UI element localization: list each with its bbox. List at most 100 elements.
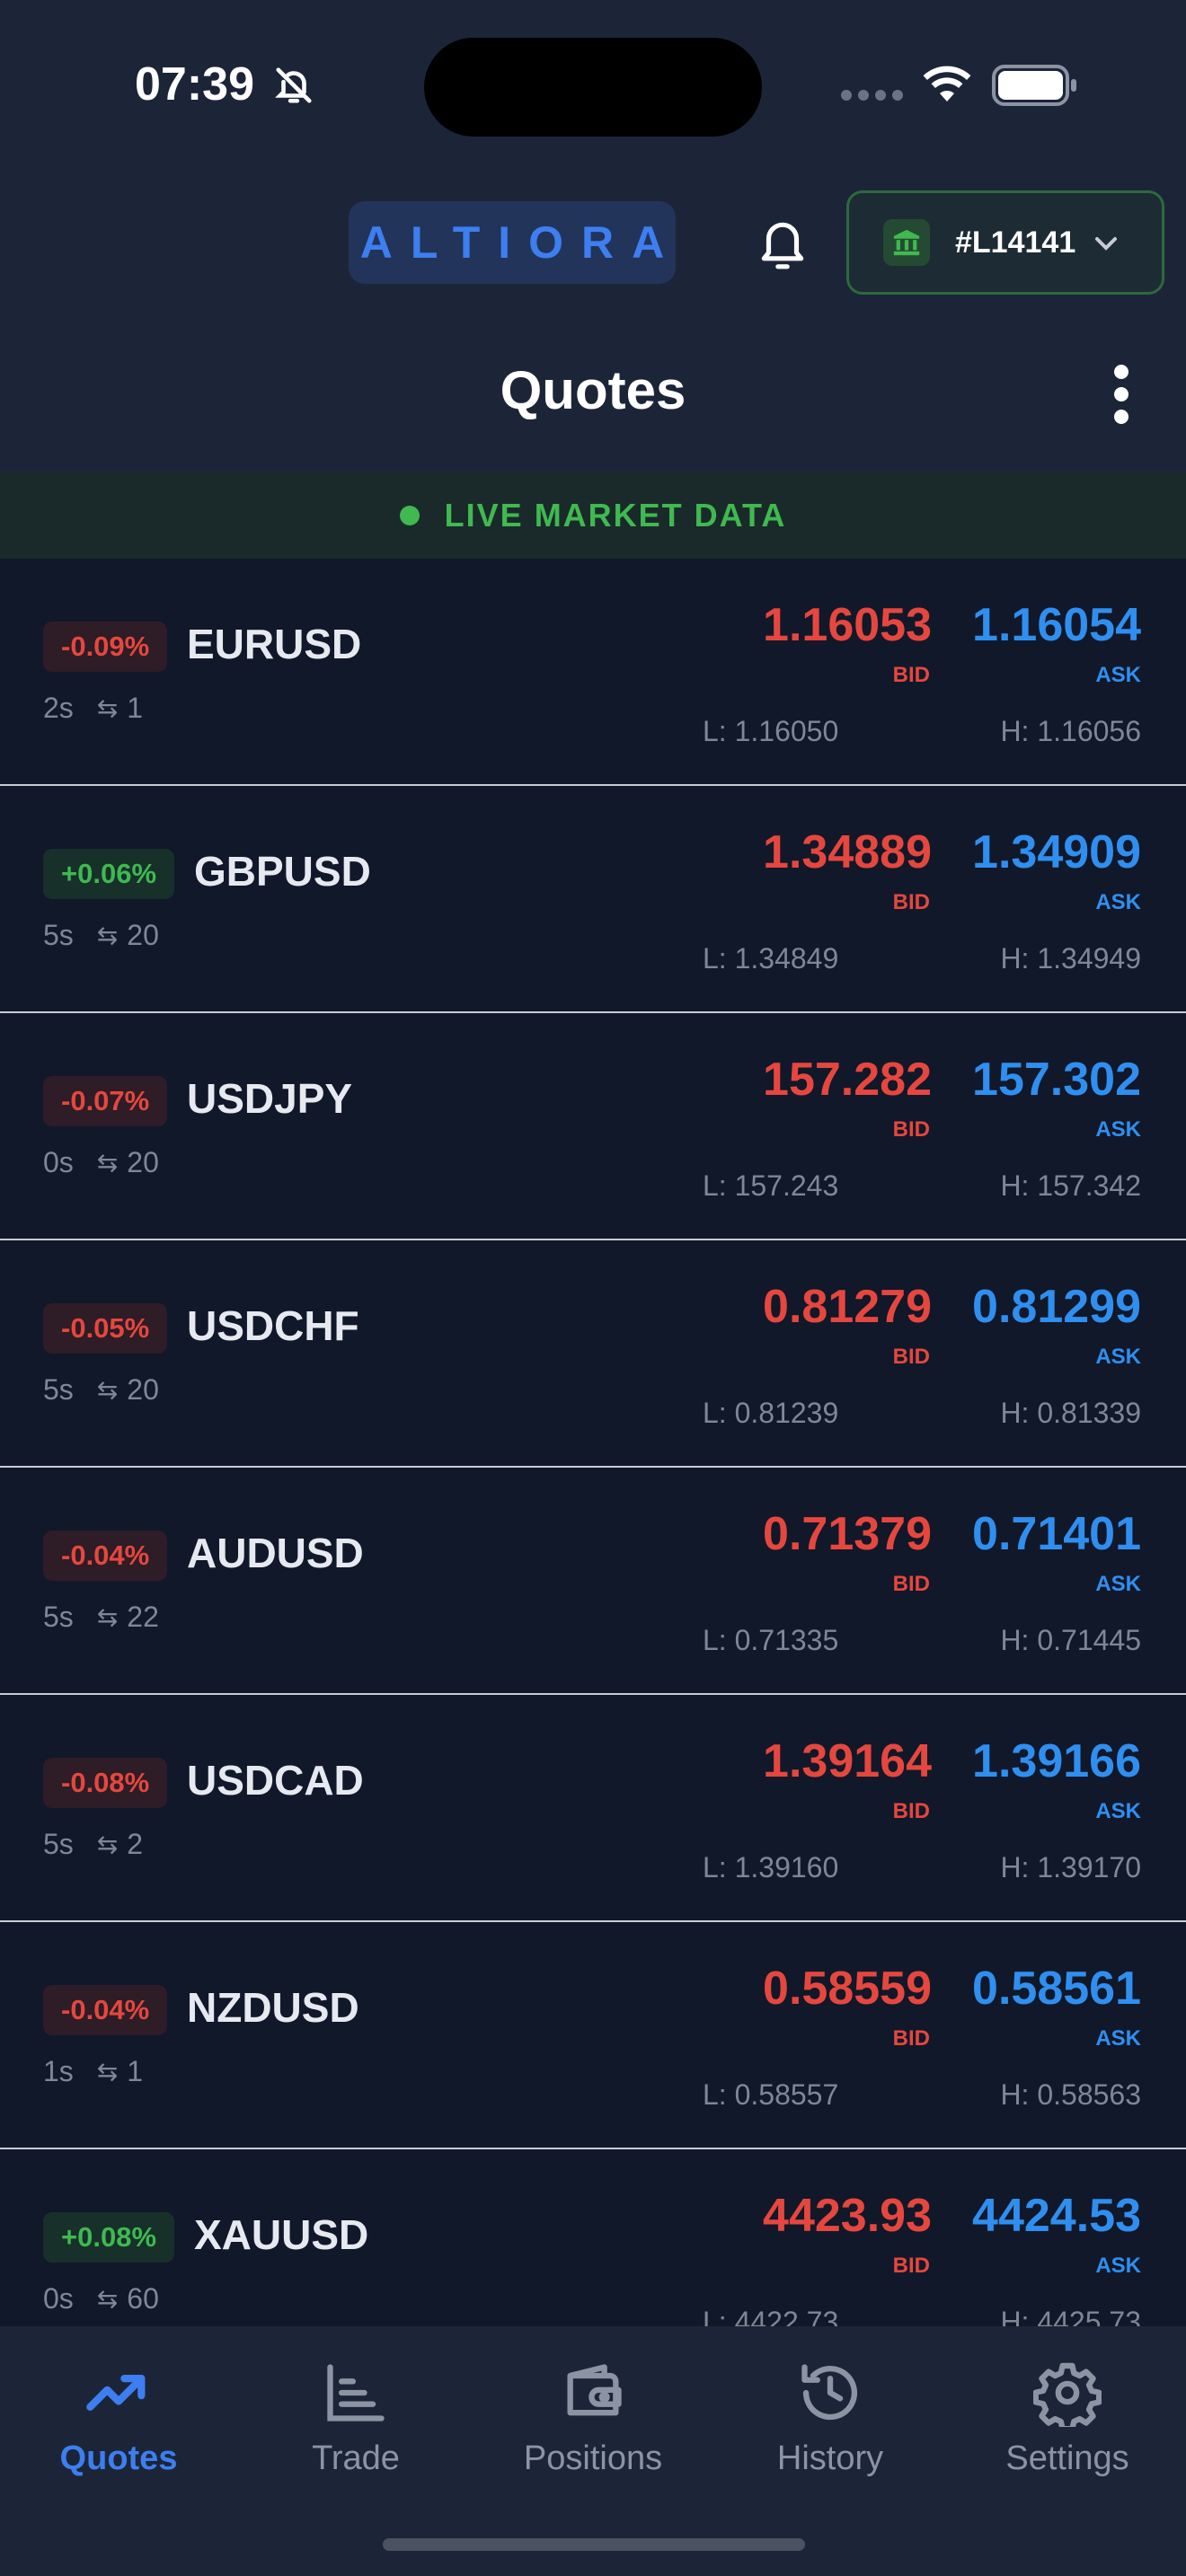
bid-label: BID [892, 2026, 930, 2051]
signal-icon [841, 90, 903, 101]
brand-logo: ALTIORA [349, 201, 676, 284]
low-price: L: 1.34849 [703, 942, 839, 975]
low-price: L: 0.71335 [703, 1624, 839, 1656]
bid-price[interactable]: 0.81279 [763, 1280, 932, 1334]
swap-arrows-icon: ⇆ [96, 1603, 119, 1631]
spread-value: 1 [127, 2055, 144, 2087]
nav-item-trade[interactable]: Trade [237, 2346, 474, 2499]
bank-icon [883, 219, 930, 266]
quote-age: 0s [43, 1146, 74, 1178]
bid-price[interactable]: 1.34889 [763, 825, 932, 879]
spread-value: 20 [127, 1146, 159, 1178]
ask-price[interactable]: 0.71401 [972, 1507, 1141, 1561]
gear-icon [1033, 2362, 1102, 2427]
logo-text: ALTIORA [359, 217, 683, 268]
bid-price[interactable]: 4423.93 [763, 2189, 932, 2243]
high-price: H: 1.39170 [1000, 1851, 1141, 1883]
quote-meta: 0s ⇆ 60 [43, 2282, 159, 2316]
change-badge: -0.08% [43, 1758, 168, 1808]
swap-arrows-icon: ⇆ [96, 1149, 119, 1177]
low-price: L: 157.243 [703, 1169, 839, 1202]
bid-label: BID [892, 2254, 930, 2278]
more-vertical-icon[interactable] [1103, 363, 1139, 426]
spread-value: 60 [127, 2282, 159, 2315]
top-bar: 07:39 ALTIORA #L14141 Quotes [0, 0, 1186, 472]
dynamic-island [424, 38, 762, 137]
bell-icon[interactable] [755, 212, 810, 275]
bid-label: BID [892, 1117, 930, 1142]
quote-row-audusd[interactable]: -0.04% AUDUSD 5s ⇆ 22 0.71379 0.71401 BID ASK L: … [0, 1468, 1186, 1695]
ask-label: ASK [1095, 2026, 1141, 2051]
status-time: 07:39 [135, 58, 254, 110]
swap-arrows-icon: ⇆ [96, 694, 119, 722]
bid-price[interactable]: 1.39164 [763, 1734, 932, 1788]
quotes-list: -0.09% EURUSD 2s ⇆ 1 1.16053 1.16054 BID ASK L: 1… [0, 559, 1186, 2377]
change-badge: -0.04% [43, 1531, 168, 1581]
live-indicator-dot [399, 505, 420, 525]
ask-price[interactable]: 157.302 [972, 1053, 1141, 1107]
page-title: Quotes [500, 360, 686, 420]
battery-icon [992, 65, 1076, 106]
quote-row-nzdusd[interactable]: -0.04% NZDUSD 1s ⇆ 1 0.58559 0.58561 BID ASK L: 0… [0, 1922, 1186, 2149]
trending-up-icon [86, 2375, 146, 2411]
nav-label: Settings [1005, 2439, 1129, 2477]
swap-arrows-icon: ⇆ [96, 1376, 119, 1404]
ask-price[interactable]: 0.58561 [972, 1962, 1141, 2016]
nav-item-positions[interactable]: Positions [474, 2346, 712, 2499]
nav-item-quotes[interactable]: Quotes [0, 2346, 237, 2499]
ask-price[interactable]: 4424.53 [972, 2189, 1141, 2243]
bell-slash-icon [275, 67, 312, 103]
quote-row-usdjpy[interactable]: -0.07% USDJPY 0s ⇆ 20 157.282 157.302 BID ASK L: … [0, 1013, 1186, 1240]
chevron-down-icon [1095, 237, 1118, 251]
high-price: H: 157.342 [1000, 1169, 1141, 1202]
wifi-icon [923, 66, 971, 101]
change-badge: -0.09% [43, 622, 168, 672]
quote-row-usdchf[interactable]: -0.05% USDCHF 5s ⇆ 20 0.81279 0.81299 BID ASK L: … [0, 1240, 1186, 1468]
ask-price[interactable]: 0.81299 [972, 1280, 1141, 1334]
change-badge: -0.07% [43, 1076, 168, 1126]
symbol-label: EURUSD [187, 621, 362, 667]
ask-price[interactable]: 1.34909 [972, 825, 1141, 879]
bid-price[interactable]: 157.282 [763, 1053, 932, 1107]
account-selector[interactable]: #L14141 [846, 190, 1164, 295]
nav-item-history[interactable]: History [712, 2346, 949, 2499]
high-price: H: 1.34949 [1000, 942, 1141, 975]
spread-value: 20 [127, 1373, 159, 1406]
high-price: H: 0.58563 [1000, 2078, 1141, 2111]
nav-label: Positions [523, 2439, 663, 2477]
symbol-label: NZDUSD [187, 1984, 359, 2031]
symbol-label: USDCAD [187, 1757, 364, 1804]
quote-age: 5s [43, 919, 74, 951]
live-banner-text: LIVE MARKET DATA [444, 496, 787, 534]
nav-item-settings[interactable]: Settings [949, 2346, 1186, 2499]
bid-label: BID [892, 1799, 930, 1823]
ask-price[interactable]: 1.16054 [972, 598, 1141, 652]
bid-price[interactable]: 0.71379 [763, 1507, 932, 1561]
quote-row-eurusd[interactable]: -0.09% EURUSD 2s ⇆ 1 1.16053 1.16054 BID ASK L: 1… [0, 559, 1186, 786]
quote-age: 5s [43, 1601, 74, 1633]
high-price: H: 0.71445 [1000, 1624, 1141, 1656]
nav-label: Quotes [59, 2439, 178, 2477]
bid-label: BID [892, 890, 930, 914]
quote-row-gbpusd[interactable]: +0.06% GBPUSD 5s ⇆ 20 1.34889 1.34909 BID ASK L: … [0, 786, 1186, 1013]
high-price: H: 0.81339 [1000, 1397, 1141, 1429]
change-badge: -0.05% [43, 1303, 168, 1354]
nav-label: Trade [312, 2439, 400, 2477]
ask-label: ASK [1095, 1572, 1141, 1596]
quote-age: 5s [43, 1373, 74, 1406]
bid-label: BID [892, 1345, 930, 1369]
quote-age: 2s [43, 692, 74, 724]
low-price: L: 1.16050 [703, 715, 839, 747]
nav-label: History [776, 2439, 884, 2477]
ask-price[interactable]: 1.39166 [972, 1734, 1141, 1788]
symbol-label: USDJPY [187, 1075, 353, 1122]
live-market-banner: LIVE MARKET DATA [0, 472, 1186, 559]
low-price: L: 0.58557 [703, 2078, 839, 2111]
symbol-label: AUDUSD [187, 1530, 364, 1576]
ask-label: ASK [1095, 1117, 1141, 1142]
bid-label: BID [892, 1572, 930, 1596]
quote-meta: 1s ⇆ 1 [43, 2055, 143, 2088]
bid-price[interactable]: 0.58559 [763, 1962, 932, 2016]
bid-price[interactable]: 1.16053 [763, 598, 932, 652]
quote-row-usdcad[interactable]: -0.08% USDCAD 5s ⇆ 2 1.39164 1.39166 BID ASK L: 1… [0, 1695, 1186, 1922]
